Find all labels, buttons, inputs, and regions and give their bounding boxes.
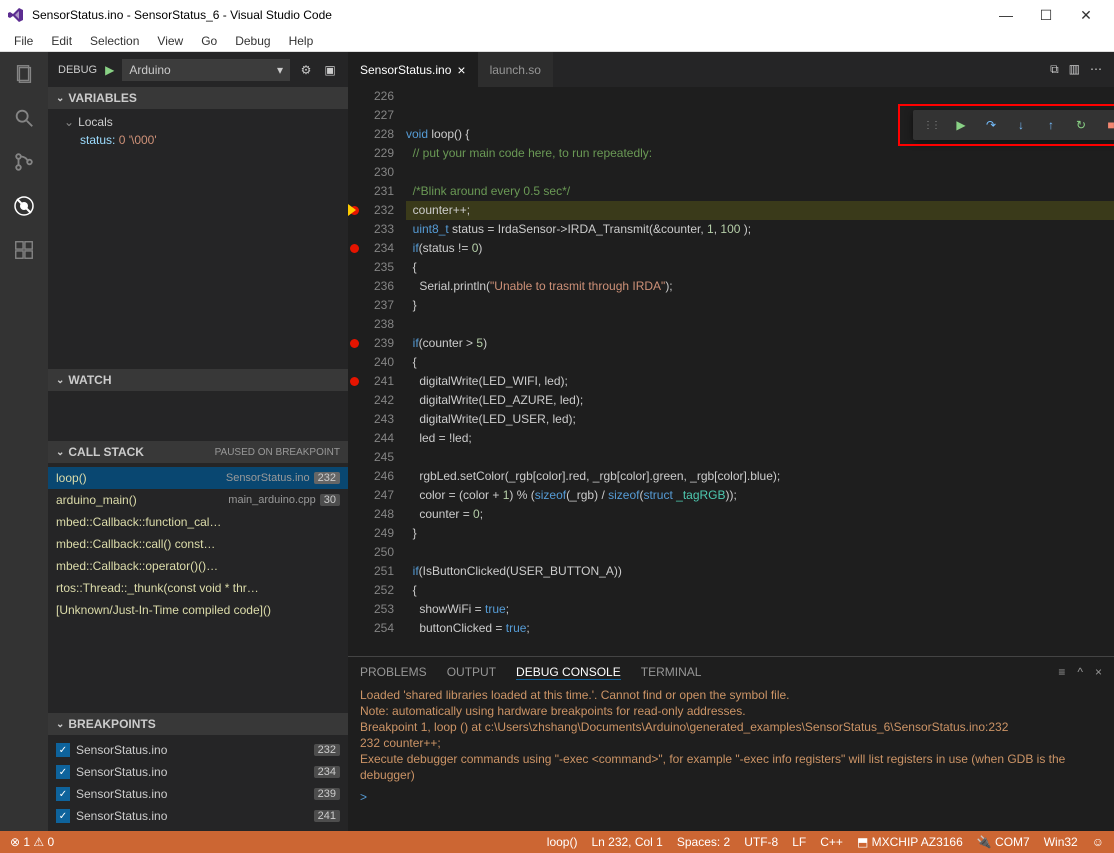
variable-row[interactable]: status: 0 '\000' [48, 131, 348, 149]
grip-icon[interactable]: ⋮⋮ [923, 120, 939, 131]
debug-label: DEBUG [58, 64, 97, 76]
status-spaces[interactable]: Spaces: 2 [677, 835, 730, 849]
continue-button[interactable]: ▶ [953, 117, 969, 133]
close-icon[interactable]: × [457, 62, 465, 78]
status-fn[interactable]: loop() [547, 835, 578, 849]
callstack-header[interactable]: ⌄CALL STACKPAUSED ON BREAKPOINT [48, 441, 348, 463]
status-os[interactable]: Win32 [1044, 835, 1078, 849]
window-title: SensorStatus.ino - SensorStatus_6 - Visu… [32, 8, 986, 22]
variables-header[interactable]: ⌄VARIABLES [48, 87, 348, 109]
breakpoints-header[interactable]: ⌄BREAKPOINTS [48, 713, 348, 735]
feedback-icon[interactable]: ☺ [1092, 835, 1104, 849]
tab-output[interactable]: OUTPUT [447, 665, 496, 679]
menu-debug[interactable]: Debug [229, 32, 276, 50]
watch-panel [48, 391, 348, 441]
callstack-row[interactable]: mbed::Callback::function_cal… [48, 511, 348, 533]
callstack-row[interactable]: [Unknown/Just-In-Time compiled code]() [48, 599, 348, 621]
watch-header[interactable]: ⌄WATCH [48, 369, 348, 391]
menu-go[interactable]: Go [195, 32, 223, 50]
search-icon[interactable] [12, 106, 36, 130]
source-control-icon[interactable] [12, 150, 36, 174]
close-panel-icon[interactable]: × [1095, 665, 1102, 679]
editor-area: ⋮⋮ ▶ ↷ ↓ ↑ ↻ ■ SensorStatus.ino× launch.… [348, 52, 1114, 831]
callstack-row[interactable]: arduino_main()main_arduino.cpp30 [48, 489, 348, 511]
status-port[interactable]: 🔌 COM7 [977, 835, 1030, 849]
status-lang[interactable]: C++ [820, 835, 843, 849]
step-over-button[interactable]: ↷ [983, 117, 999, 133]
debug-config-select[interactable]: Arduino ▾ [122, 59, 290, 81]
callstack-row[interactable]: mbed::Callback::call() const… [48, 533, 348, 555]
debug-console[interactable]: Loaded 'shared libraries loaded at this … [348, 687, 1114, 831]
callstack-row[interactable]: loop()SensorStatus.ino232 [48, 467, 348, 489]
gear-icon[interactable]: ⚙ [298, 63, 314, 77]
tab-sensorstatus[interactable]: SensorStatus.ino× [348, 52, 478, 87]
activitybar [0, 52, 48, 831]
debug-icon[interactable] [12, 194, 36, 218]
debug-sidebar: DEBUG ▶ Arduino ▾ ⚙ ▣ ⌄VARIABLES ⌄Locals… [48, 52, 348, 831]
stop-button[interactable]: ■ [1103, 117, 1114, 133]
debug-toolbar[interactable]: ⋮⋮ ▶ ↷ ↓ ↑ ↻ ■ [913, 110, 1114, 140]
breakpoint-row[interactable]: ✓SensorStatus.ino239 [48, 783, 348, 805]
breakpoint-row[interactable]: ✓SensorStatus.ino241 [48, 805, 348, 827]
extensions-icon[interactable] [12, 238, 36, 262]
status-position[interactable]: Ln 232, Col 1 [591, 835, 662, 849]
callstack-row[interactable]: rtos::Thread::_thunk(const void * thr… [48, 577, 348, 599]
menu-help[interactable]: Help [283, 32, 320, 50]
panel-tabs: PROBLEMS OUTPUT DEBUG CONSOLE TERMINAL ≡… [348, 657, 1114, 687]
minimize-button[interactable]: — [986, 7, 1026, 23]
editor-tabs: SensorStatus.ino× launch.so ⧉ ▥ ⋯ [348, 52, 1114, 87]
code-editor[interactable]: 2262272282292302312322332342352362372382… [348, 87, 1114, 656]
tab-problems[interactable]: PROBLEMS [360, 665, 427, 679]
explorer-icon[interactable] [12, 62, 36, 86]
maximize-button[interactable]: ☐ [1026, 7, 1066, 24]
vs-logo-icon [8, 7, 24, 23]
menu-edit[interactable]: Edit [45, 32, 78, 50]
more-icon[interactable]: ⋯ [1090, 62, 1102, 77]
split-editor-icon[interactable]: ⧉ [1050, 62, 1059, 77]
callstack-panel: loop()SensorStatus.ino232arduino_main()m… [48, 463, 348, 625]
statusbar: ⊗ 1 ⚠ 0 loop() Ln 232, Col 1 Spaces: 2 U… [0, 831, 1114, 853]
status-encoding[interactable]: UTF-8 [744, 835, 778, 849]
breakpoint-row[interactable]: ✓SensorStatus.ino234 [48, 761, 348, 783]
menu-file[interactable]: File [8, 32, 39, 50]
locals-scope[interactable]: ⌄Locals [48, 113, 348, 131]
step-into-button[interactable]: ↓ [1013, 117, 1029, 133]
restart-button[interactable]: ↻ [1073, 117, 1089, 133]
start-debug-icon[interactable]: ▶ [105, 63, 114, 77]
breakpoints-panel: ✓SensorStatus.ino232✓SensorStatus.ino234… [48, 735, 348, 831]
menu-view[interactable]: View [151, 32, 189, 50]
editor-layout-icon[interactable]: ▥ [1069, 62, 1080, 77]
status-eol[interactable]: LF [792, 835, 806, 849]
tab-debug-console[interactable]: DEBUG CONSOLE [516, 665, 621, 680]
status-board[interactable]: ⬒ MXCHIP AZ3166 [857, 835, 963, 849]
bottom-panel: PROBLEMS OUTPUT DEBUG CONSOLE TERMINAL ≡… [348, 656, 1114, 831]
expand-icon[interactable]: ^ [1077, 665, 1083, 679]
debug-header: DEBUG ▶ Arduino ▾ ⚙ ▣ [48, 52, 348, 87]
close-button[interactable]: ✕ [1066, 7, 1106, 24]
titlebar: SensorStatus.ino - SensorStatus_6 - Visu… [0, 0, 1114, 30]
menu-selection[interactable]: Selection [84, 32, 145, 50]
clear-icon[interactable]: ≡ [1058, 665, 1065, 679]
menubar: File Edit Selection View Go Debug Help [0, 30, 1114, 52]
tab-terminal[interactable]: TERMINAL [641, 665, 702, 679]
chevron-down-icon: ▾ [277, 63, 283, 77]
breakpoint-row[interactable]: ✓SensorStatus.ino232 [48, 739, 348, 761]
debug-console-icon[interactable]: ▣ [322, 63, 338, 77]
callstack-row[interactable]: mbed::Callback::operator()()… [48, 555, 348, 577]
status-errors[interactable]: ⊗ 1 ⚠ 0 [10, 835, 54, 849]
tab-launch[interactable]: launch.so [478, 52, 553, 87]
variables-panel: ⌄Locals status: 0 '\000' [48, 109, 348, 369]
step-out-button[interactable]: ↑ [1043, 117, 1059, 133]
